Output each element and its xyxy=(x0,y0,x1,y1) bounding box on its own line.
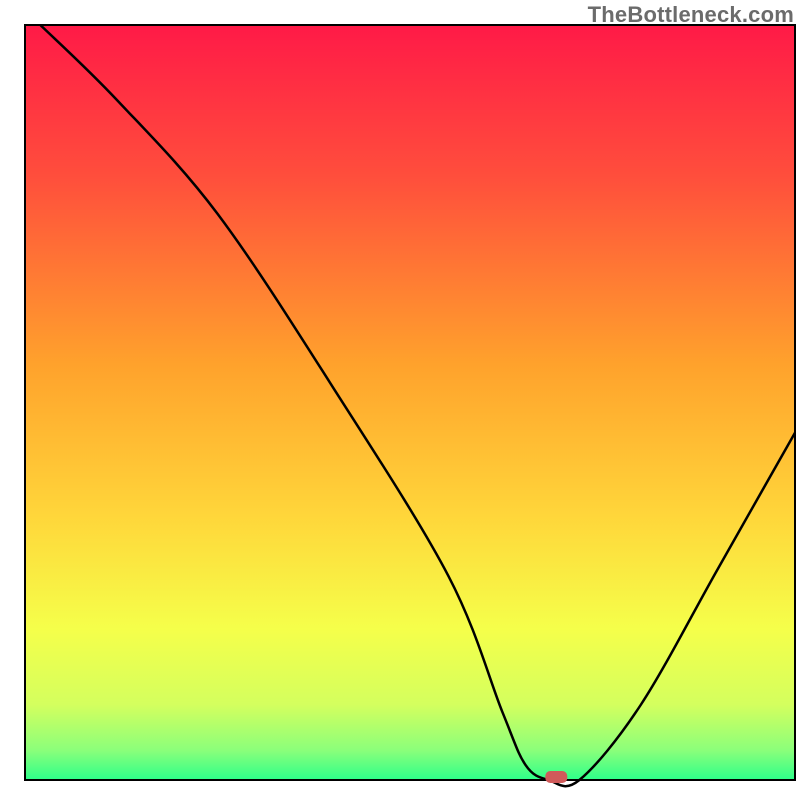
optimal-marker xyxy=(545,771,567,783)
bottleneck-chart xyxy=(0,0,800,800)
watermark-text: TheBottleneck.com xyxy=(588,2,794,28)
plot-background xyxy=(25,25,795,780)
